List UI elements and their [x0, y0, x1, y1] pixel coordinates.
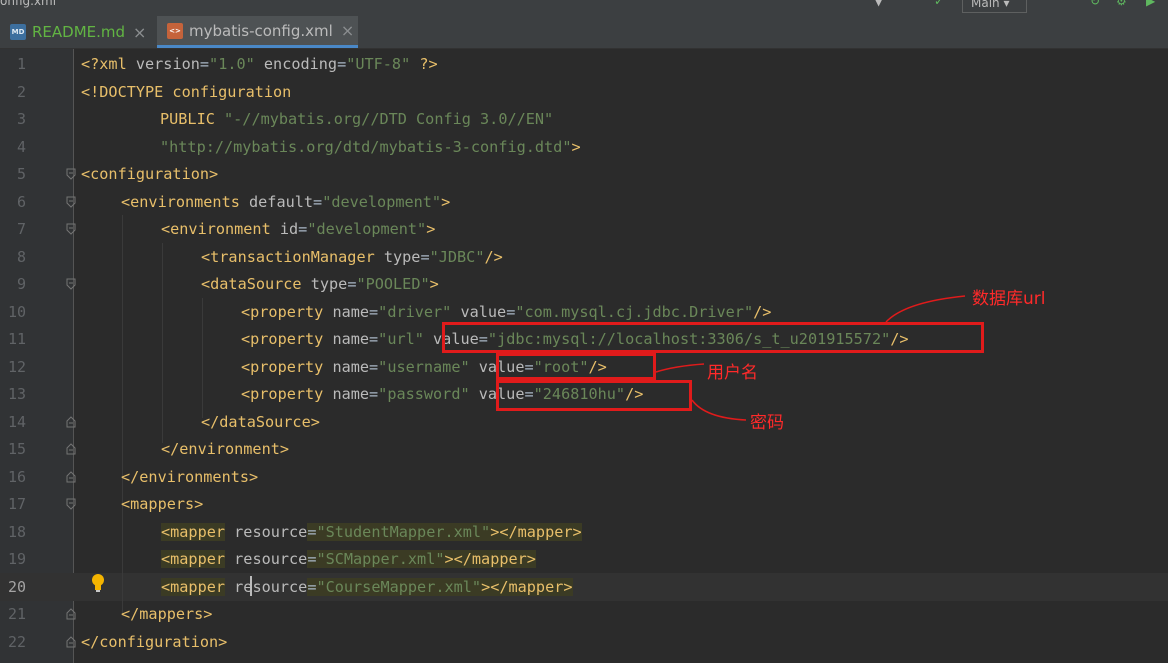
- username-annotation: 用户名: [707, 363, 758, 383]
- url-annotation: 数据库url: [972, 289, 1046, 309]
- username-leader-line: [655, 363, 705, 373]
- password-annotation: 密码: [750, 413, 784, 433]
- annotation-lines: [655, 295, 966, 421]
- password-leader-line: [691, 399, 747, 421]
- url-leader-line: [885, 295, 966, 323]
